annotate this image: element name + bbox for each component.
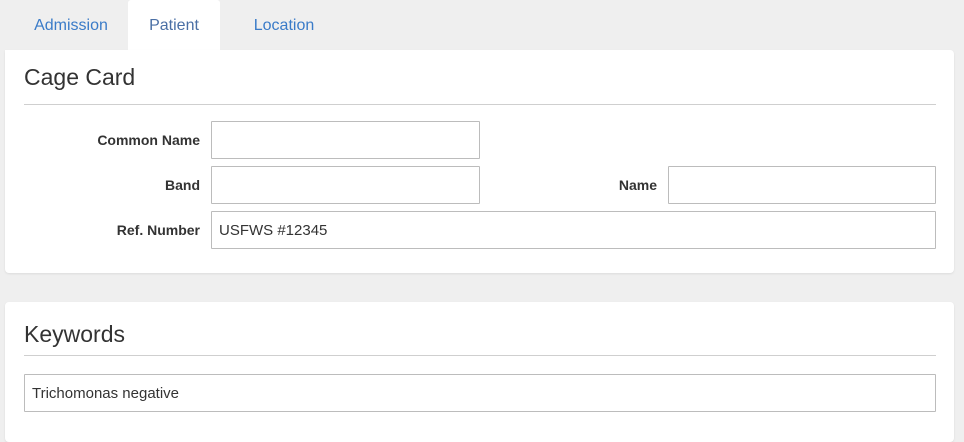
keywords-divider: [24, 355, 936, 356]
tab-admission[interactable]: Admission: [14, 0, 128, 50]
ref-number-label: Ref. Number: [116, 222, 200, 238]
keywords-input[interactable]: [24, 374, 936, 412]
cage-card-title: Cage Card: [24, 64, 136, 90]
tab-patient[interactable]: Patient: [128, 0, 220, 50]
tab-bar: Admission Patient Location: [0, 0, 348, 50]
name-label: Name: [618, 177, 657, 193]
name-input[interactable]: [668, 166, 936, 204]
keywords-title: Keywords: [24, 321, 125, 347]
ref-number-input[interactable]: [211, 211, 936, 249]
cage-card-panel: Cage Card Common Name Band Name Ref. Num…: [5, 50, 954, 273]
band-input[interactable]: [211, 166, 480, 204]
cage-card-divider: [24, 104, 936, 105]
common-name-input[interactable]: [211, 121, 480, 159]
keywords-panel: Keywords: [5, 302, 954, 442]
common-name-label: Common Name: [97, 132, 200, 148]
band-label: Band: [165, 177, 200, 193]
tab-location[interactable]: Location: [220, 0, 348, 50]
